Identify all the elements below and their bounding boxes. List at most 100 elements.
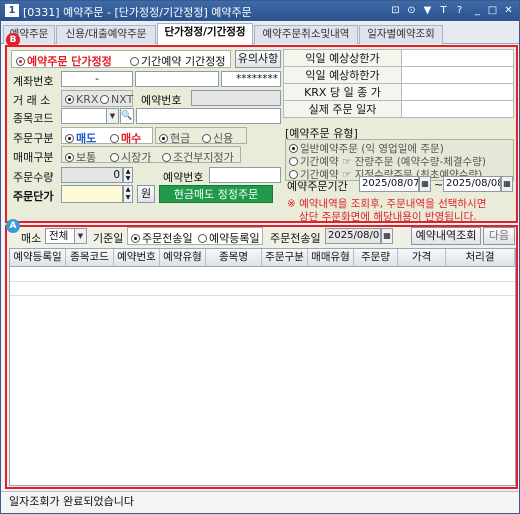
market-filter-value: 전체: [49, 230, 69, 242]
info-row: 실제 주문 일자: [283, 100, 514, 118]
info-value: [401, 83, 514, 101]
help-icon[interactable]: ?: [453, 4, 466, 17]
price-info-table: 익일 예상상한가 익일 예상하한가 KRX 당 일 종 가 실제 주문 일자: [283, 49, 514, 118]
trade-class-label: 매매구분: [13, 151, 54, 164]
chevron-down-icon[interactable]: ▼: [106, 109, 118, 123]
history-panel: A 매소 전체 ▼ 기준일 주문전송일 예약등록일 주문전송일 2025/08/…: [5, 219, 518, 489]
option-price-correction[interactable]: 예약주문 단가정정: [16, 53, 112, 69]
qty-field[interactable]: 0: [61, 167, 123, 183]
basis-register-date-option[interactable]: 예약등록일: [198, 230, 260, 246]
price-stepper[interactable]: ▲ ▼: [123, 185, 133, 203]
title-bar: 1 [0331] 예약주문 - [단가정정/기간정정] 예약주문 ⊡ ⊙ ▼ T…: [1, 1, 519, 21]
font-icon[interactable]: T: [437, 4, 450, 17]
reservation-no-field-2[interactable]: [209, 167, 281, 183]
price-label: 주문단가: [13, 190, 54, 203]
chevron-down-icon[interactable]: ▼: [74, 229, 86, 243]
credit-option[interactable]: 신용: [202, 130, 233, 146]
tab-daily-query[interactable]: 일자별예약조회: [359, 25, 443, 44]
maximize-icon[interactable]: □: [486, 4, 499, 17]
minimize-icon[interactable]: _: [471, 4, 484, 17]
calendar-icon[interactable]: ▦: [419, 176, 431, 192]
col-header[interactable]: 주문량: [354, 249, 398, 267]
tab-bar: 예약주문 신용/대출예약주문 단가정정/기간정정 예약주문취소및내역 일자별예약…: [1, 22, 519, 45]
table-row[interactable]: [10, 282, 515, 296]
account-name-field[interactable]: [135, 71, 219, 87]
account-label: 계좌번호: [13, 75, 54, 88]
history-grid[interactable]: 예약등록일 종목코드 예약번호 예약유형 종목명 주문구분 매매유형 주문량 가…: [9, 248, 516, 486]
radio-icon: [110, 134, 119, 143]
submit-correction-button[interactable]: 현금매도 정정주문: [159, 185, 273, 203]
cash-credit-group: 현금 신용: [155, 127, 247, 146]
tab-cancel-history[interactable]: 예약주문취소및내역: [254, 25, 358, 44]
normal-option[interactable]: 보통: [65, 149, 96, 165]
radio-icon: [198, 234, 207, 243]
col-header[interactable]: 예약등록일: [10, 249, 66, 267]
reservation-no-label: 예약번호: [141, 94, 182, 107]
table-row[interactable]: [10, 268, 515, 282]
conditional-option[interactable]: 조건부지정가: [162, 149, 234, 165]
search-icon[interactable]: 🔍: [120, 108, 134, 124]
col-header[interactable]: 종목코드: [66, 249, 114, 267]
reservation-no-label-2: 예약번호: [163, 171, 204, 184]
date-field[interactable]: 2025/08/07: [325, 228, 381, 244]
order-class-label: 주문구분: [13, 132, 54, 145]
calendar-icon[interactable]: ▦: [501, 176, 513, 192]
item-code-label: 종목코드: [13, 112, 54, 125]
cash-option[interactable]: 현금: [159, 130, 190, 146]
link-icon[interactable]: ⊡: [389, 4, 402, 17]
radio-icon: [289, 144, 298, 153]
market-filter-select[interactable]: 전체 ▼: [45, 228, 87, 244]
radio-icon: [162, 153, 171, 162]
market-option[interactable]: 시장가: [110, 149, 151, 165]
period-end-field[interactable]: 2025/08/08: [443, 176, 501, 192]
info-label: 익일 예상하한가: [283, 66, 402, 84]
reservation-no-field[interactable]: [191, 90, 281, 106]
period-start-field[interactable]: 2025/08/07: [359, 176, 419, 192]
exchange-label: 거 래 소: [13, 94, 51, 107]
order-panel: B 예약주문 단가정정 기간예약 기간정정 유의사항 계좌번호 - ******…: [5, 33, 518, 223]
basis-label: 기준일: [93, 232, 124, 245]
won-button[interactable]: 원: [137, 185, 155, 203]
qty-label: 주문수량: [13, 171, 54, 184]
col-header[interactable]: 매매유형: [308, 249, 354, 267]
trade-class-group: 보통 시장가 조건부지정가: [61, 146, 241, 165]
col-header[interactable]: 주문구분: [262, 249, 308, 267]
close-icon[interactable]: ✕: [502, 4, 515, 17]
query-history-button[interactable]: 예약내역조회: [411, 227, 481, 245]
exchange-group: KRX NXT: [61, 90, 133, 107]
calendar-icon[interactable]: ▦: [381, 228, 393, 244]
qty-stepper[interactable]: ▲ ▼: [123, 167, 133, 183]
item-code-field[interactable]: ▼: [61, 108, 119, 124]
col-header[interactable]: 종목명: [206, 249, 262, 267]
buy-option[interactable]: 매수: [110, 130, 141, 146]
radio-icon: [110, 153, 119, 162]
tab-price-period-correction[interactable]: 단가정정/기간정정: [157, 23, 253, 45]
basis-send-date-option[interactable]: 주문전송일: [131, 230, 193, 246]
radio-icon: [100, 95, 109, 104]
account-field[interactable]: -: [61, 71, 133, 87]
tab-credit-loan[interactable]: 신용/대출예약주문: [56, 25, 156, 44]
info-panel: 익일 예상상한가 익일 예상하한가 KRX 당 일 종 가 실제 주문 일자 […: [283, 49, 516, 223]
sell-buy-group: 매도 매수: [61, 127, 153, 146]
info-value: [401, 66, 514, 84]
badge-a: A: [6, 219, 20, 233]
notice-button[interactable]: 유의사항: [235, 50, 281, 68]
option-period-correction[interactable]: 기간예약 기간정정: [130, 53, 225, 69]
window-number: 1: [5, 4, 19, 17]
col-header[interactable]: 가격: [398, 249, 446, 267]
col-header[interactable]: 처리결: [446, 249, 515, 267]
col-header[interactable]: 예약유형: [160, 249, 206, 267]
sell-option[interactable]: 매도: [65, 130, 96, 146]
item-name-field[interactable]: [136, 108, 281, 124]
order-form: 예약주문 단가정정 기간예약 기간정정 유의사항 계좌번호 - ********…: [9, 49, 281, 221]
next-button[interactable]: 다음: [483, 227, 515, 245]
exchange-krx[interactable]: KRX: [65, 93, 98, 106]
col-header[interactable]: 예약번호: [114, 249, 160, 267]
settings-icon[interactable]: ⊙: [405, 4, 418, 17]
pin-icon[interactable]: ▼: [421, 4, 434, 17]
exchange-nxt[interactable]: NXT: [100, 93, 133, 106]
price-field[interactable]: [61, 185, 123, 203]
radio-icon: [65, 153, 74, 162]
info-value: [401, 49, 514, 67]
password-field[interactable]: ********: [221, 71, 281, 87]
